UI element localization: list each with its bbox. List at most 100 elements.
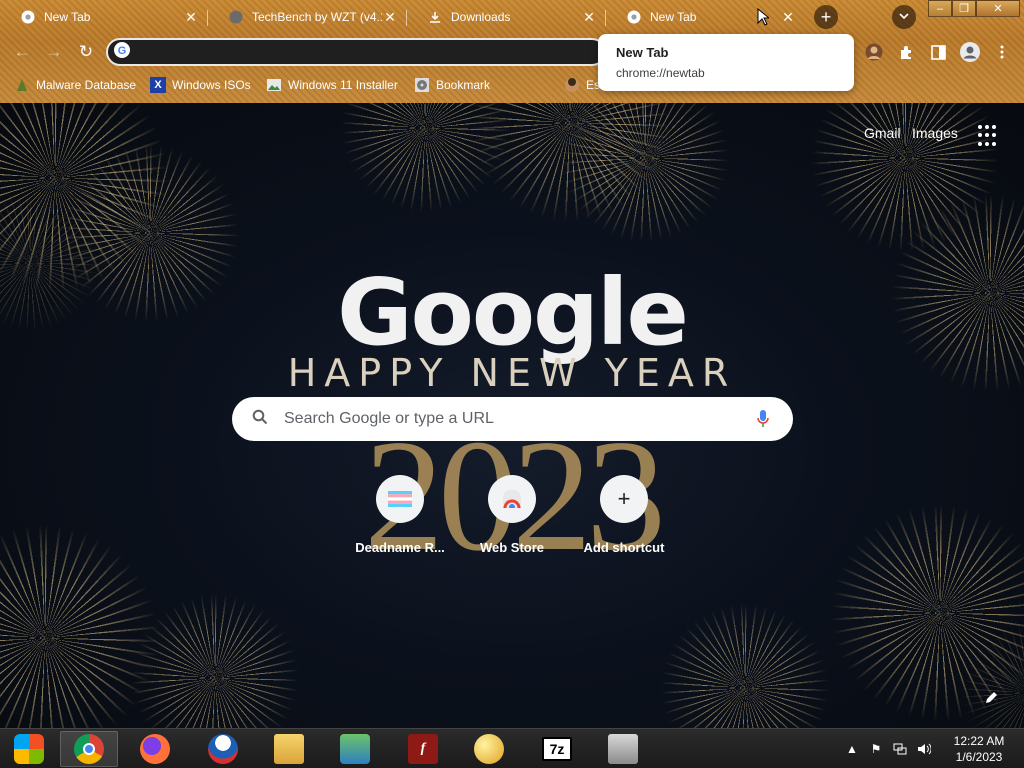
new-tab-button[interactable]: + — [814, 5, 838, 29]
close-icon[interactable]: ✕ — [382, 9, 398, 25]
close-window-button[interactable]: ✕ — [976, 0, 1020, 17]
bookmark-es[interactable]: Es — [564, 75, 600, 95]
new-tab-page: Gmail Images 2023 Google HAPPY NEW YEAR … — [0, 103, 1024, 728]
doodle-subtitle: HAPPY NEW YEAR — [287, 351, 737, 395]
profile-avatar-icon[interactable] — [862, 40, 886, 64]
bookmark-label: Windows 11 Installer — [288, 78, 398, 92]
cd-icon — [414, 77, 430, 93]
campaign-logo-icon — [208, 734, 238, 764]
close-icon[interactable]: ✕ — [780, 9, 796, 25]
cash-register-taskbar[interactable] — [594, 731, 652, 767]
search-input[interactable] — [284, 410, 753, 428]
chrome-icon — [74, 734, 104, 764]
chrome-icon — [626, 9, 642, 25]
gmail-link[interactable]: Gmail — [864, 125, 901, 141]
coin-icon — [474, 734, 504, 764]
firework-decoration — [660, 603, 830, 728]
volume-icon[interactable] — [916, 741, 932, 757]
clock-time: 12:22 AM — [953, 734, 1005, 748]
arrow-left-icon: ← — [13, 42, 31, 61]
bookmark-windows-11-installer[interactable]: Windows 11 Installer — [266, 75, 398, 95]
search-icon — [252, 409, 272, 430]
forward-button[interactable]: → — [42, 40, 66, 64]
tab-search-button[interactable] — [892, 5, 916, 29]
webstore-icon — [488, 475, 536, 523]
address-input[interactable] — [138, 44, 604, 60]
customize-pencil-icon[interactable] — [982, 687, 1002, 707]
shortcut-label: Web Store — [479, 540, 545, 555]
show-hidden-icons-chevron-icon[interactable]: ▲ — [844, 741, 860, 757]
clock-date: 1/6/2023 — [955, 750, 1003, 764]
firework-decoration — [560, 103, 730, 243]
malware-icon — [14, 77, 30, 93]
system-clock[interactable]: 12:22 AM 1/6/2023 — [944, 733, 1014, 765]
image-icon — [266, 77, 282, 93]
account-icon[interactable] — [958, 40, 982, 64]
coin-taskbar[interactable] — [460, 731, 518, 767]
network-users-icon — [340, 734, 370, 764]
maximize-button[interactable]: ❐ — [952, 0, 976, 17]
chrome-taskbar[interactable] — [60, 731, 118, 767]
firefox-icon — [140, 734, 170, 764]
reload-icon: ↻ — [78, 42, 94, 61]
menu-icon[interactable] — [990, 40, 1014, 64]
network-icon[interactable] — [892, 741, 908, 757]
flash-taskbar[interactable]: f — [394, 731, 452, 767]
windows-orb-icon — [14, 734, 44, 764]
bookmark-generic[interactable]: Bookmark — [414, 75, 490, 95]
bookmark-label: Bookmark — [436, 78, 491, 92]
tab-new-tab-1[interactable]: New Tab ✕ — [0, 3, 207, 31]
firefox-taskbar[interactable] — [126, 731, 184, 767]
bookmark-windows-isos[interactable]: X Windows ISOs — [150, 75, 251, 95]
google-apps-icon[interactable] — [978, 125, 1000, 147]
address-bar[interactable]: G — [106, 38, 606, 66]
tab-downloads[interactable]: Downloads ✕ — [407, 3, 605, 31]
shortcut-deadname[interactable]: Deadname R... — [344, 475, 456, 555]
hover-card-url: chrome://newtab — [616, 66, 705, 80]
cash-register-icon — [608, 734, 638, 764]
toolbar: ← → ↻ G — [0, 34, 1024, 70]
search-box[interactable] — [232, 397, 793, 441]
tab-label: TechBench by WZT (v4.1 — [252, 10, 382, 24]
folder-icon — [274, 734, 304, 764]
tab-strip: New Tab ✕ TechBench by WZT (v4.1 ✕ Downl… — [0, 0, 1024, 34]
google-g-icon: G — [114, 41, 130, 63]
bookmark-malware-database[interactable]: Malware Database — [14, 75, 136, 95]
download-icon — [427, 9, 443, 25]
file-explorer-taskbar[interactable] — [260, 731, 318, 767]
back-button[interactable]: ← — [10, 40, 34, 64]
tab-label: Downloads — [451, 10, 511, 24]
extensions-icon[interactable] — [894, 40, 918, 64]
chrome-icon — [20, 9, 36, 25]
bookmark-label: Windows ISOs — [172, 78, 251, 92]
reload-button[interactable]: ↻ — [74, 40, 98, 64]
tab-new-tab-active[interactable]: New Tab ✕ — [606, 3, 804, 31]
side-panel-icon[interactable] — [926, 40, 950, 64]
bookmarks-bar: Malware Database X Windows ISOs Windows … — [0, 72, 1024, 98]
arrow-right-icon: → — [45, 42, 63, 61]
obama-taskbar[interactable] — [194, 731, 252, 767]
7zip-taskbar[interactable]: 7z — [528, 731, 586, 767]
flash-icon: f — [408, 734, 438, 764]
microphone-icon[interactable] — [753, 409, 773, 429]
close-icon[interactable]: ✕ — [581, 9, 597, 25]
tab-hover-card: New Tab chrome://newtab — [598, 34, 854, 91]
bookmark-label: Malware Database — [36, 78, 137, 92]
hover-card-title: New Tab — [616, 45, 669, 60]
plus-icon: + — [600, 475, 648, 523]
shortcut-label: Add shortcut — [583, 540, 665, 555]
tab-techbench[interactable]: TechBench by WZT (v4.1 ✕ — [208, 3, 406, 31]
tab-label: New Tab — [44, 10, 91, 24]
network-taskbar[interactable] — [326, 731, 384, 767]
shortcut-label: Deadname R... — [355, 540, 445, 555]
images-link[interactable]: Images — [912, 125, 958, 141]
start-button[interactable] — [0, 731, 58, 767]
taskbar: f 7z ▲ ⚑ 12:22 AM 1/6/2023 — [0, 728, 1024, 768]
action-center-flag-icon[interactable]: ⚑ — [868, 741, 884, 757]
shortcut-web-store[interactable]: Web Store — [456, 475, 568, 555]
close-icon[interactable]: ✕ — [183, 9, 199, 25]
shortcut-add[interactable]: + Add shortcut — [568, 475, 680, 555]
minimize-button[interactable]: – — [928, 0, 952, 17]
google-doodle-logo[interactable]: Google — [0, 259, 1024, 366]
svg-text:G: G — [118, 45, 127, 57]
